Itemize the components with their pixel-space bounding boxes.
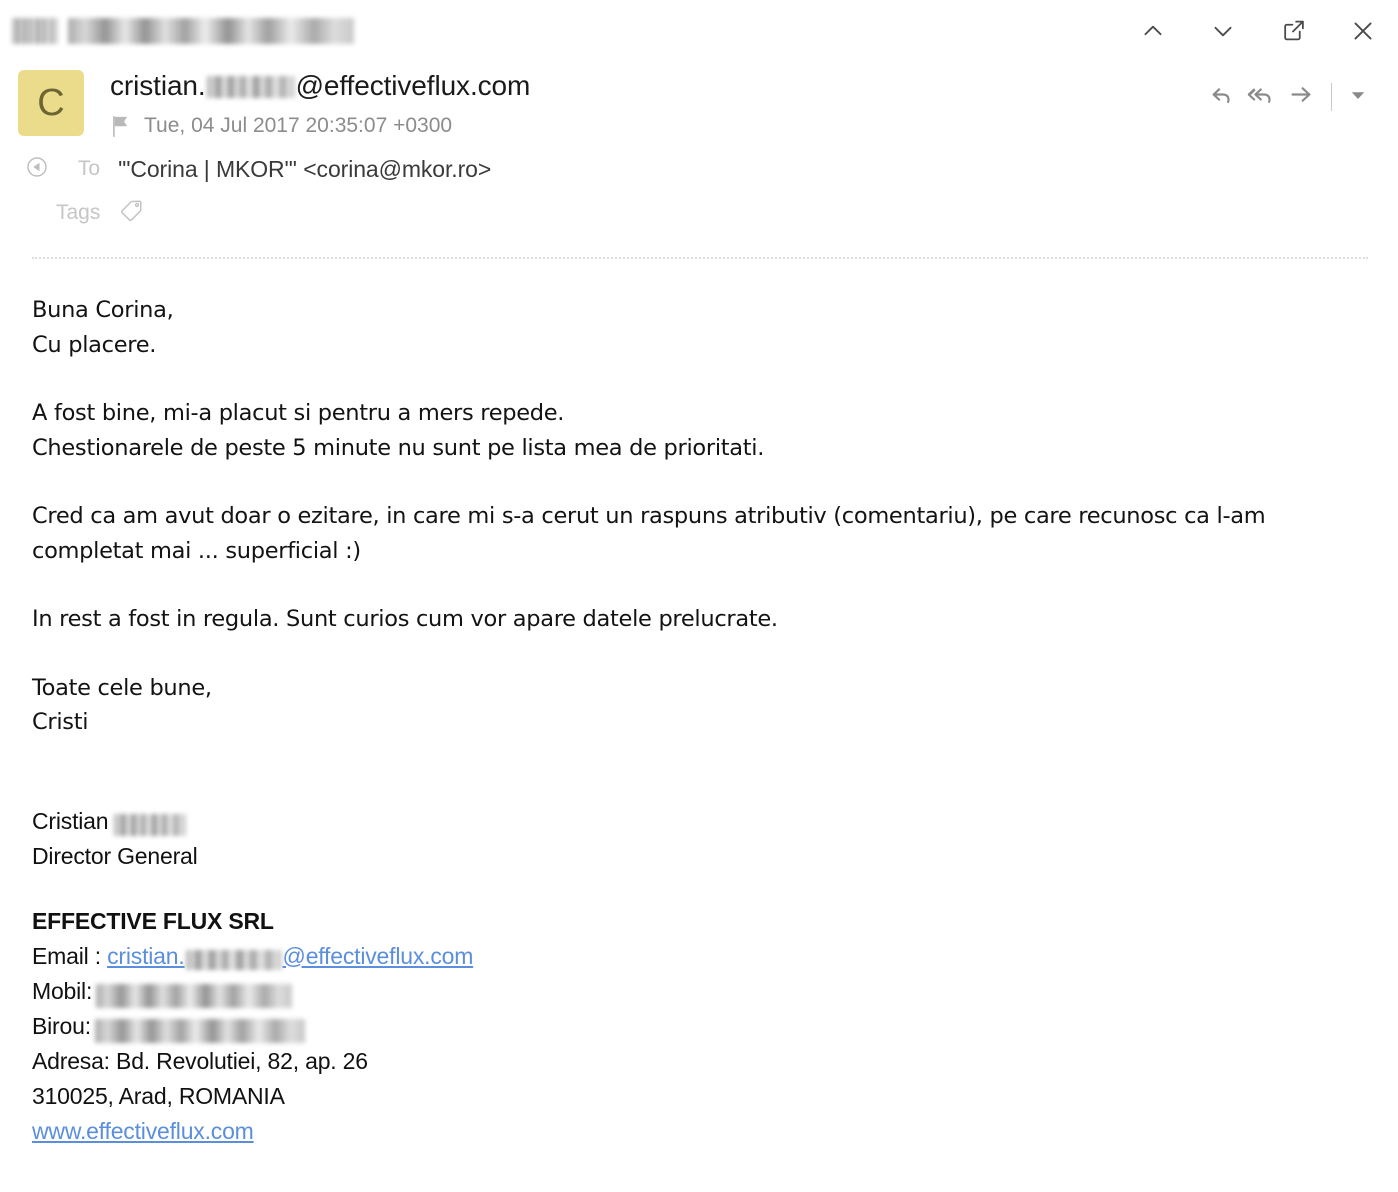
body-line: Chestionarele de peste 5 minute nu sunt …	[32, 434, 765, 461]
signature-spacer	[32, 774, 1378, 804]
tags-row: Tags	[18, 191, 1382, 235]
redacted-last-name	[114, 814, 187, 837]
window-title	[12, 13, 354, 49]
chevron-up-icon	[1140, 18, 1166, 44]
email-signature: Cristian Director General EFFECTIVE FLUX…	[32, 804, 1378, 1149]
signature-mobile-label: Mobil:	[32, 977, 93, 1004]
redacted-title-segment-2	[68, 17, 354, 44]
header-body-divider	[32, 257, 1368, 259]
body-closing: Toate cele bune, Cristi	[32, 671, 1378, 740]
sender-address-prefix: cristian.	[110, 70, 206, 101]
signature-company: EFFECTIVE FLUX SRL	[32, 907, 274, 934]
external-link-icon	[1281, 18, 1306, 43]
signature-email-label: Email :	[32, 942, 108, 969]
body-paragraph: A fost bine, mi-a placut si pentru a mer…	[32, 396, 1378, 465]
to-label: To	[77, 157, 100, 180]
more-actions-button[interactable]	[1338, 77, 1378, 117]
redacted-office-number	[94, 1019, 305, 1044]
message-date-row: Tue, 04 Jul 2017 20:35:07 +0300	[110, 111, 1382, 141]
signature-mobile-row: Mobil:	[32, 974, 1378, 1009]
collapse-recipients-button[interactable]	[18, 155, 56, 184]
signature-person: Cristian	[32, 804, 1378, 839]
body-paragraph: In rest a fost in regula. Sunt curios cu…	[32, 602, 1378, 637]
body-line: A fost bine, mi-a placut si pentru a mer…	[32, 400, 565, 426]
open-in-new-window-button[interactable]	[1278, 16, 1308, 46]
sender-address[interactable]: cristian. @effectiveflux.com	[110, 67, 1382, 105]
message-header: C cristian. @effectiveflux.com Tue, 04 Ju…	[0, 61, 1398, 259]
previous-message-button[interactable]	[1138, 16, 1168, 46]
flag-icon[interactable]	[110, 115, 130, 138]
redacted-sender-local-part	[206, 76, 295, 98]
tag-icon	[118, 196, 146, 230]
body-line: Cristi	[32, 709, 89, 735]
close-icon	[1350, 18, 1376, 44]
recipient-rows: To '"Corina | MKOR"' <corina@mkor.ro> Ta…	[18, 147, 1382, 235]
signature-website-link[interactable]: www.effectiveflux.com	[32, 1114, 1378, 1149]
add-tag-button[interactable]	[118, 196, 146, 230]
signature-address: Adresa: Bd. Revolutiei, 82, ap. 26	[32, 1047, 368, 1074]
message-body: Buna Corina, Cu placere. A fost bine, mi…	[0, 259, 1398, 1149]
signature-office-label: Birou:	[32, 1012, 91, 1039]
body-line: Toate cele bune,	[32, 674, 212, 701]
to-row: To '"Corina | MKOR"' <corina@mkor.ro>	[18, 147, 1382, 191]
body-line: In rest a fost in regula. Sunt curios cu…	[32, 606, 778, 632]
message-reply-actions	[1201, 77, 1378, 117]
signature-email-suffix: @effectiveflux.com	[282, 942, 474, 969]
reply-all-button[interactable]	[1241, 77, 1281, 117]
to-value[interactable]: '"Corina | MKOR"' <corina@mkor.ro>	[118, 156, 491, 183]
body-line: Buna Corina,	[32, 297, 174, 323]
chevron-down-icon	[1210, 18, 1236, 44]
close-button[interactable]	[1348, 16, 1378, 46]
forward-arrow-icon	[1288, 81, 1315, 113]
tags-label: Tags	[56, 201, 101, 224]
signature-email-row: Email : cristian. @effectiveflux.com	[32, 939, 1378, 974]
signature-job-title: Director General	[32, 842, 198, 869]
redacted-mobile-number	[96, 984, 293, 1009]
signature-email-prefix: cristian.	[107, 942, 185, 969]
signature-first-name: Cristian	[32, 807, 109, 834]
circled-left-arrow-icon	[25, 155, 49, 184]
body-line: Cred ca am avut doar o ezitare, in care …	[32, 503, 1266, 564]
forward-button[interactable]	[1281, 77, 1321, 117]
signature-office-row: Birou:	[32, 1009, 1378, 1044]
signature-inner-spacer	[32, 874, 1378, 904]
message-date: Tue, 04 Jul 2017 20:35:07 +0300	[144, 114, 453, 137]
avatar: C	[18, 70, 84, 136]
body-paragraph: Cred ca am avut doar o ezitare, in care …	[32, 499, 1378, 568]
caret-down-icon	[1349, 86, 1367, 109]
next-message-button[interactable]	[1208, 16, 1238, 46]
sender-address-suffix: @effectiveflux.com	[295, 70, 531, 101]
redacted-email-local-part	[185, 950, 282, 971]
window-title-bar	[0, 0, 1398, 61]
signature-city: 310025, Arad, ROMANIA	[32, 1082, 285, 1109]
reply-button[interactable]	[1201, 77, 1241, 117]
signature-email-link[interactable]: cristian. @effectiveflux.com	[107, 942, 474, 971]
redacted-title-segment-1	[12, 17, 58, 44]
reply-icon	[1208, 81, 1235, 113]
reply-all-icon	[1246, 81, 1277, 113]
body-paragraph: Buna Corina, Cu placere.	[32, 293, 1378, 362]
body-line: Cu placere.	[32, 331, 157, 358]
actions-divider	[1331, 83, 1332, 111]
window-actions	[1138, 16, 1382, 46]
